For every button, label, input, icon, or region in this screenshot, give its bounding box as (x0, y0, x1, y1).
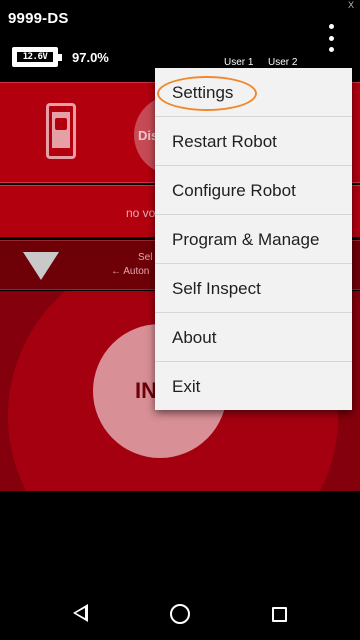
menu-item-settings[interactable]: Settings (155, 68, 352, 117)
recent-apps-icon[interactable] (272, 607, 287, 622)
battery-status: 12.6V 97.0% (12, 47, 109, 67)
menu-item-restart-robot[interactable]: Restart Robot (155, 117, 352, 166)
back-icon[interactable] (73, 604, 88, 622)
overflow-menu-icon[interactable] (322, 22, 340, 54)
menu-item-exit[interactable]: Exit (155, 362, 352, 411)
robot-phone-icon (46, 103, 76, 159)
no-voltage-text: no vo (126, 206, 156, 220)
dropdown-triangle-icon[interactable] (23, 252, 59, 280)
overflow-menu: Settings Restart Robot Configure Robot P… (155, 68, 352, 410)
user2-label: User 2 (268, 57, 298, 68)
device-name: 9999-DS (8, 10, 69, 27)
autonomous-label: ← Auton (111, 266, 150, 277)
selector-label: Sel (138, 252, 153, 263)
battery-voltage: 12.6V (22, 52, 48, 62)
init-label: IN (135, 378, 157, 403)
close-mark: X (347, 0, 354, 10)
menu-item-self-inspect[interactable]: Self Inspect (155, 264, 352, 313)
user1-label: User 1 (224, 57, 254, 68)
battery-percent: 97.0% (72, 49, 109, 65)
battery-icon: 12.6V (12, 47, 62, 67)
driver-station-screen: 9999-DS X 12.6V 97.0% User 1 User 2 Dis … (0, 0, 360, 640)
home-icon[interactable] (170, 604, 190, 624)
menu-item-configure-robot[interactable]: Configure Robot (155, 166, 352, 215)
menu-item-about[interactable]: About (155, 313, 352, 362)
menu-item-program-manage[interactable]: Program & Manage (155, 215, 352, 264)
